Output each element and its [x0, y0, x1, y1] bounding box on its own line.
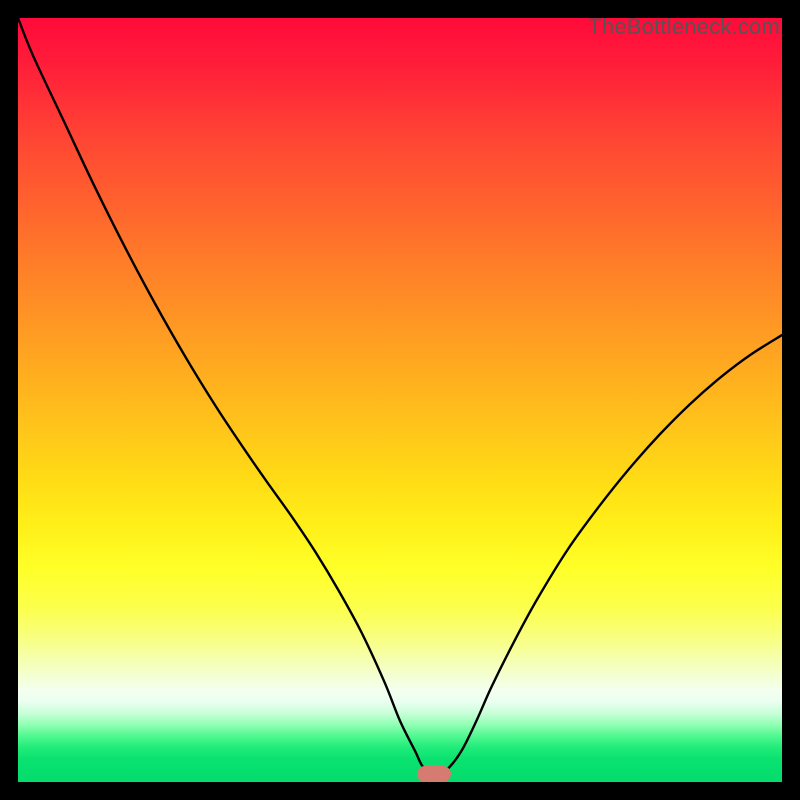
curve-path: [18, 18, 782, 775]
chart-frame: TheBottleneck.com: [0, 0, 800, 800]
bottleneck-curve: [18, 18, 782, 782]
plot-area: [18, 18, 782, 782]
attribution-label: TheBottleneck.com: [588, 14, 780, 40]
minimum-marker: [417, 766, 451, 782]
